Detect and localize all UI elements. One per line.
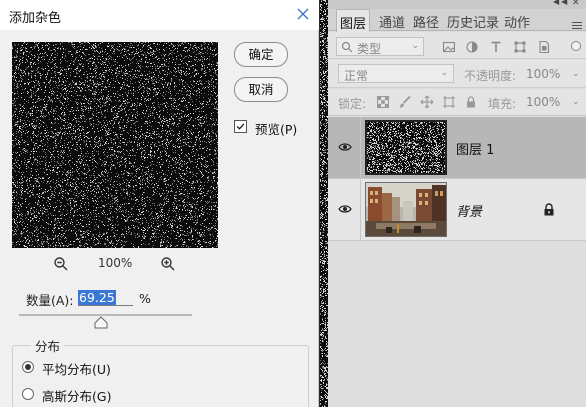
- eye-icon[interactable]: [338, 204, 352, 214]
- ok-button[interactable]: 确定: [234, 42, 288, 67]
- layer-name[interactable]: 背景: [456, 201, 482, 220]
- layers-panel: ◀◀ ✕ 图层 通道 路径 历史记录 动作 类型 ⌄ 正常 ⌄ 不透明度: 10…: [328, 0, 586, 407]
- cancel-button[interactable]: 取消: [234, 77, 288, 102]
- chevron-down-icon[interactable]: ⌄: [572, 69, 580, 79]
- chevron-down-icon: ⌄: [440, 68, 448, 78]
- layer-thumbnail[interactable]: [365, 182, 447, 237]
- layer-name[interactable]: 图层 1: [456, 139, 494, 158]
- visibility-toggle[interactable]: [328, 117, 361, 178]
- amount-label: 数量(A):: [26, 293, 74, 308]
- blend-row: 正常 ⌄ 不透明度: 100% ⌄: [328, 60, 586, 88]
- pixel-filter-icon[interactable]: [442, 40, 456, 54]
- add-noise-dialog: 添加杂色 100% 确定 取消 预览(P) 数量(A): 69.25 % 分布: [0, 0, 319, 407]
- lock-paint-icon[interactable]: [398, 95, 412, 109]
- lock-row: 锁定: 填充: 100% ⌄: [328, 89, 586, 116]
- panel-close-icon[interactable]: ✕: [572, 0, 580, 8]
- zoom-out-icon[interactable]: [53, 256, 69, 272]
- opacity-input[interactable]: 100%: [526, 67, 560, 81]
- lock-artboard-icon[interactable]: [442, 95, 456, 109]
- dialog-title-bar: 添加杂色: [0, 0, 319, 30]
- uniform-label: 平均分布(U): [42, 362, 111, 377]
- filter-kind-select[interactable]: 类型 ⌄: [336, 37, 424, 56]
- panel-top-bar: ◀◀ ✕: [328, 0, 586, 9]
- preview-checkbox-label: 预览(P): [255, 122, 298, 137]
- dialog-title: 添加杂色: [9, 11, 62, 26]
- canvas-strip: [320, 0, 328, 407]
- chevron-down-icon[interactable]: ⌄: [572, 97, 580, 107]
- blend-mode-select[interactable]: 正常 ⌄: [338, 64, 454, 83]
- fill-label: 填充:: [488, 97, 517, 111]
- gaussian-label: 高斯分布(G): [42, 389, 112, 404]
- gaussian-radio[interactable]: [22, 388, 34, 400]
- noise-preview[interactable]: [12, 42, 218, 248]
- layer-row[interactable]: 图层 1: [328, 117, 586, 179]
- blend-mode-value: 正常: [344, 69, 369, 83]
- opacity-label: 不透明度:: [464, 69, 517, 83]
- filter-toggle-icon[interactable]: [571, 41, 581, 51]
- chevron-down-icon: ⌄: [411, 41, 419, 51]
- search-icon: [341, 41, 353, 53]
- lock-all-icon[interactable]: [464, 95, 478, 109]
- zoom-in-icon[interactable]: [160, 256, 176, 272]
- noise-thumbnail-image: [367, 122, 445, 173]
- tab-actions[interactable]: 动作: [504, 12, 530, 31]
- distribution-legend: 分布: [31, 336, 65, 355]
- close-icon[interactable]: [295, 6, 311, 22]
- amount-input[interactable]: 69.25: [78, 290, 133, 306]
- tab-channels[interactable]: 通道: [379, 12, 405, 31]
- tab-paths[interactable]: 路径: [413, 12, 439, 31]
- amount-slider-thumb[interactable]: [94, 316, 108, 329]
- filter-kind-label: 类型: [357, 42, 382, 56]
- fill-input[interactable]: 100%: [526, 95, 560, 109]
- amount-value: 69.25: [78, 290, 116, 305]
- lock-position-icon[interactable]: [420, 95, 434, 109]
- type-filter-icon[interactable]: [489, 40, 503, 54]
- layer-row[interactable]: 背景: [328, 179, 586, 241]
- adjustment-filter-icon[interactable]: [465, 40, 479, 54]
- eye-icon[interactable]: [338, 142, 352, 152]
- uniform-radio[interactable]: [22, 361, 34, 373]
- canvas-noise-strip: [320, 0, 328, 407]
- visibility-toggle[interactable]: [328, 179, 361, 240]
- layer-thumbnail[interactable]: [365, 120, 447, 175]
- panel-menu-icon[interactable]: [572, 22, 582, 31]
- smart-object-filter-icon[interactable]: [537, 40, 551, 54]
- noise-preview-image: [12, 42, 218, 248]
- lock-icon: [544, 203, 554, 216]
- zoom-level: 100%: [98, 256, 133, 270]
- preview-checkbox[interactable]: [234, 120, 247, 133]
- street-photo-thumbnail: [366, 183, 446, 236]
- tab-history[interactable]: 历史记录: [447, 12, 499, 31]
- tab-layers[interactable]: 图层: [336, 9, 371, 32]
- collapse-arrows-icon[interactable]: ◀◀: [553, 0, 569, 6]
- shape-filter-icon[interactable]: [513, 40, 527, 54]
- lock-transparent-icon[interactable]: [376, 95, 390, 109]
- lock-label: 锁定:: [338, 97, 367, 111]
- amount-unit: %: [139, 291, 151, 306]
- zoom-bar: 100%: [50, 254, 190, 274]
- panel-tabs: 图层 通道 路径 历史记录 动作: [328, 9, 586, 32]
- filter-row: 类型 ⌄: [328, 32, 586, 59]
